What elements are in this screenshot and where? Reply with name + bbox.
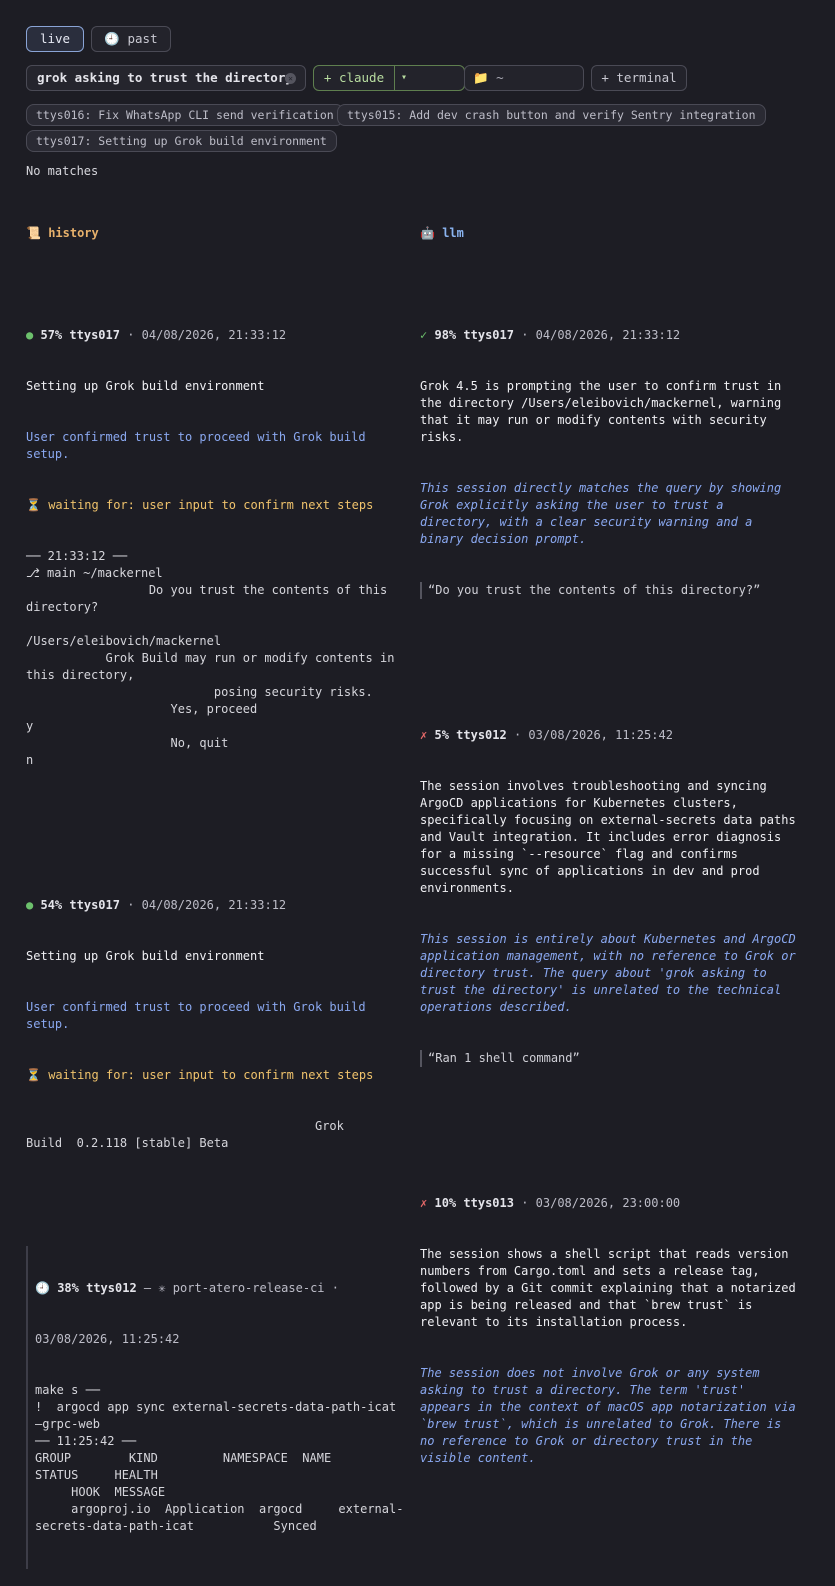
terminal-line: n (26, 753, 34, 767)
terminal-line: ── 21:33:12 ── (26, 549, 128, 563)
terminal-line: /Users/eleibovich/mackernel (26, 634, 222, 648)
clear-search-icon[interactable]: ✕ (285, 73, 296, 84)
llm-header: 🤖 llm (420, 226, 464, 240)
terminal-line: GROUP KIND NAMESPACE NAME (35, 1451, 332, 1465)
waiting-status: ⏳ waiting for: user input to confirm nex… (26, 1068, 374, 1082)
new-claude-button[interactable]: + claude (313, 65, 395, 91)
terminal-line: make s ── (35, 1383, 101, 1397)
result-reason: The session does not involve Grok or any… (420, 1366, 796, 1465)
waiting-status: ⏳ waiting for: user input to confirm nex… (26, 498, 374, 512)
llm-column: 🤖 llm ✓ 98% ttys017 · 04/08/2026, 21:33:… (420, 191, 820, 1518)
terminal-line: this directory, (26, 668, 135, 682)
result-title: Setting up Grok build environment (26, 949, 265, 963)
tab-live[interactable]: live (26, 26, 84, 52)
result-quote: “Ran 1 shell command” (420, 1050, 820, 1067)
search-value: grok asking to trust the directory (37, 70, 293, 85)
status-dot-icon: ● (26, 898, 34, 912)
result-body: The session shows a shell script that re… (420, 1247, 796, 1329)
terminal-line: STATUS HEALTH (35, 1468, 158, 1482)
search-input[interactable]: grok asking to trust the directory ✕ (26, 65, 306, 91)
result-body: Grok 4.5 is prompting the user to confir… (420, 379, 782, 444)
result-title: Setting up Grok build environment (26, 379, 265, 393)
terminal-line: posing security risks. (26, 685, 373, 699)
cross-icon: ✗ (420, 728, 428, 742)
scroll-icon: 📜 (26, 226, 41, 240)
tab-past[interactable]: 🕘 past (91, 26, 171, 52)
terminal-line: No, quit (26, 736, 229, 750)
terminal-line: secrets-data-path-icat Synced (35, 1519, 317, 1533)
terminal-line: Grok (26, 1119, 344, 1133)
terminal-snippet: ── 21:33:12 ── ⎇ main ~/mackernel Do you … (26, 548, 406, 769)
session-chip[interactable]: ttys015: Add dev crash button and verify… (337, 104, 766, 126)
llm-result[interactable]: ✗ 10% ttys013 · 03/08/2026, 23:00:00 The… (420, 1161, 820, 1501)
llm-result[interactable]: ✓ 98% ttys017 · 04/08/2026, 21:33:12 Gro… (420, 293, 820, 633)
terminal-line: Do you trust the contents of this (26, 583, 388, 597)
folder-icon: 📁 (473, 70, 489, 85)
nested-result[interactable]: 🕘 38% ttys012 — ✳ port-atero-release-ci … (26, 1246, 406, 1569)
tab-past-label: past (127, 31, 158, 46)
terminal-line: argoproj.io Application argocd external- (35, 1502, 404, 1516)
result-body: The session involves troubleshooting and… (420, 779, 796, 895)
robot-icon: 🤖 (420, 226, 435, 240)
new-terminal-button[interactable]: + terminal (591, 65, 687, 91)
history-result[interactable]: ● 54% ttys017 · 04/08/2026, 21:33:12 Set… (26, 863, 406, 1186)
terminal-line: Grok Build may run or modify contents in (26, 651, 395, 665)
session-chip[interactable]: ttys016: Fix WhatsApp CLI send verificat… (26, 104, 344, 126)
hourglass-icon: ⏳ (26, 1068, 41, 1082)
llm-result[interactable]: ✗ 5% ttys012 · 03/08/2026, 11:25:42 The … (420, 693, 820, 1101)
result-reason: This session is entirely about Kubernete… (420, 932, 796, 1014)
result-summary: User confirmed trust to proceed with Gro… (26, 430, 366, 461)
terminal-line: Build 0.2.118 [stable] Beta (26, 1136, 229, 1150)
check-icon: ✓ (420, 328, 428, 342)
clock-icon: 🕘 (104, 31, 120, 46)
terminal-snippet: Grok Build 0.2.118 [stable] Beta (26, 1118, 406, 1152)
result-quote: “Do you trust the contents of this direc… (420, 582, 820, 599)
terminal-line: —grpc-web (35, 1417, 101, 1431)
history-header: 📜 history (26, 226, 99, 240)
result-reason: This session directly matches the query … (420, 481, 782, 546)
terminal-line: directory? (26, 600, 99, 614)
agent-dropdown[interactable]: ▾ (394, 65, 465, 91)
terminal-line: y (26, 719, 34, 733)
result-summary: User confirmed trust to proceed with Gro… (26, 1000, 366, 1031)
hourglass-icon: ⏳ (26, 498, 41, 512)
terminal-line: ── 11:25:42 ── (35, 1434, 137, 1448)
cross-icon: ✗ (420, 1196, 428, 1210)
clock-icon: 🕘 (35, 1281, 50, 1295)
directory-field[interactable]: 📁 ~ (464, 65, 584, 91)
terminal-line: Yes, proceed (26, 702, 258, 716)
session-chip[interactable]: ttys017: Setting up Grok build environme… (26, 130, 337, 152)
status-dot-icon: ● (26, 328, 34, 342)
history-result[interactable]: ● 57% ttys017 · 04/08/2026, 21:33:12 Set… (26, 293, 406, 803)
terminal-line: ⎇ main ~/mackernel (26, 566, 163, 580)
no-matches-text: No matches (26, 164, 99, 178)
history-column: 📜 history ● 57% ttys017 · 04/08/2026, 21… (26, 191, 406, 1586)
directory-value: ~ (496, 70, 504, 85)
terminal-snippet: make s ── ! argocd app sync external-secr… (35, 1382, 406, 1535)
terminal-line: HOOK MESSAGE (35, 1485, 166, 1499)
terminal-line: ! argocd app sync external-secrets-data-… (35, 1400, 397, 1414)
